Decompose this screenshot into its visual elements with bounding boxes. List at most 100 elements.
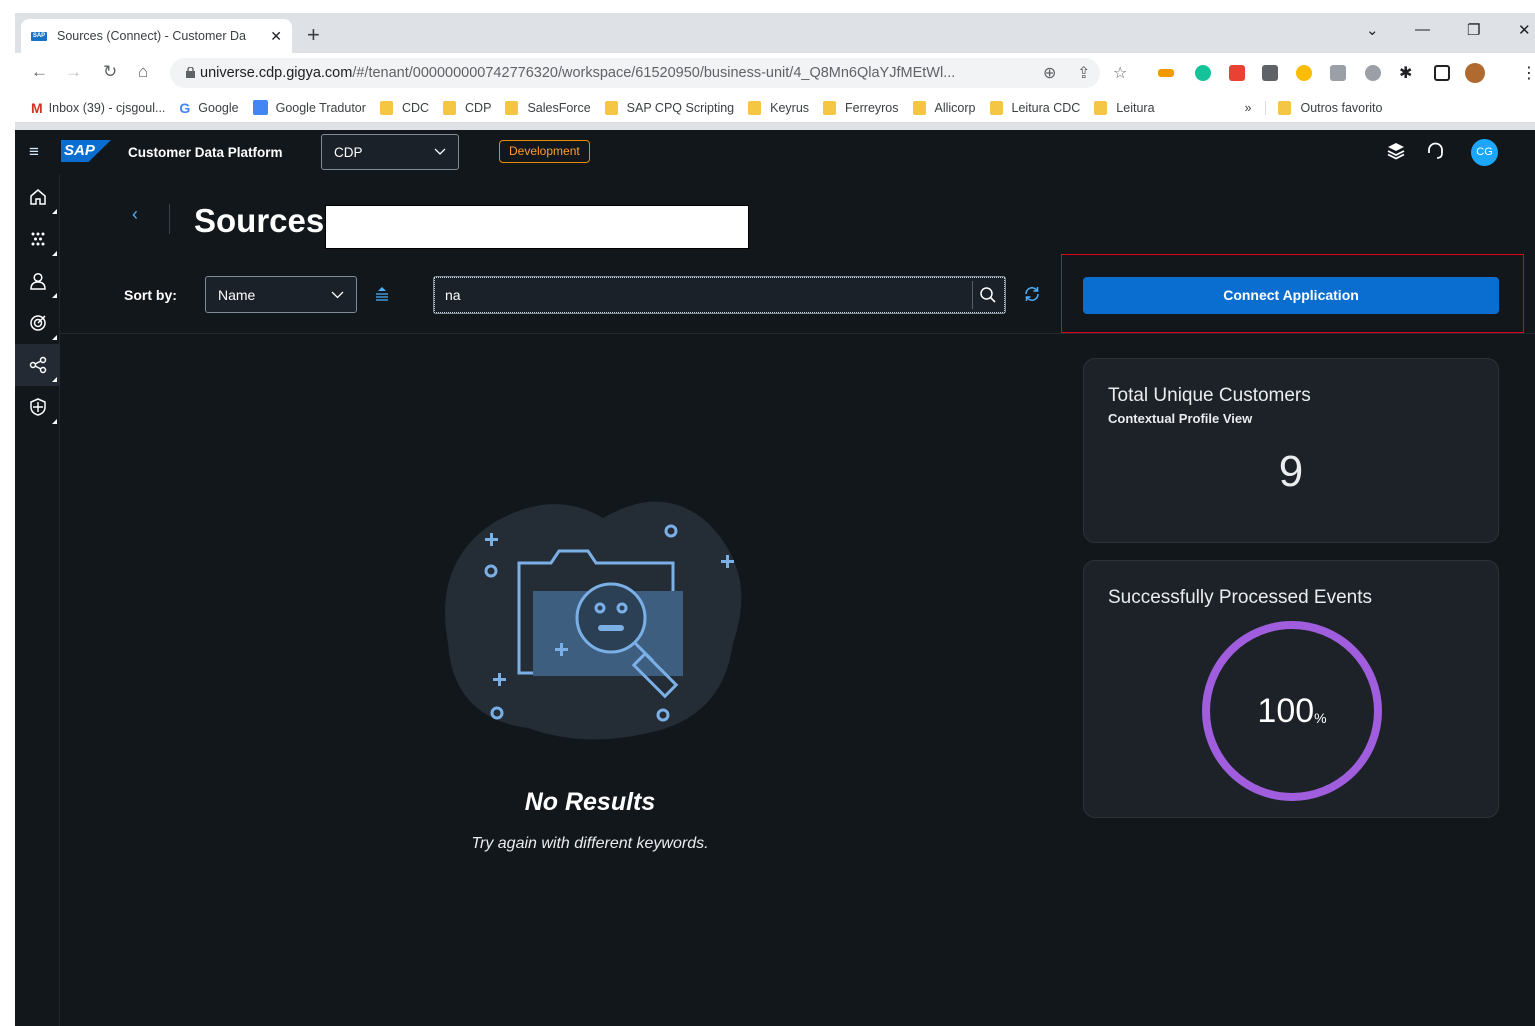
bookmark-folder[interactable]: SAP CPQ Scripting	[604, 100, 735, 115]
layers-icon[interactable]	[1387, 142, 1405, 160]
back-nav-icon[interactable]: ‹	[132, 204, 138, 225]
folder-icon	[912, 100, 926, 115]
sort-label: Sort by:	[124, 287, 177, 303]
refresh-icon[interactable]	[1022, 284, 1042, 304]
folder-icon	[748, 100, 762, 115]
close-tab-icon[interactable]: ✕	[270, 28, 282, 45]
restore-icon[interactable]: ❐	[1467, 21, 1480, 39]
nav-home[interactable]	[15, 176, 60, 218]
card-title: Successfully Processed Events	[1108, 587, 1373, 608]
page-header: ‹ Sources Sort by: Name Connect Applicat…	[60, 174, 1535, 334]
page-title: Sources	[194, 202, 325, 239]
chevron-down-icon	[434, 148, 446, 155]
bookmark-label: Allicorp	[934, 100, 976, 115]
lock-icon	[186, 67, 195, 78]
tab-strip: SAP Sources (Connect) - Customer Da ✕ + …	[15, 13, 1535, 53]
bookmark-label: Google	[198, 100, 239, 115]
bookmark-label: Leitura CDC	[1011, 100, 1081, 115]
folder-icon	[604, 100, 618, 115]
share-icon[interactable]: ⇪	[1077, 63, 1090, 83]
shell-bar: ≡ SAP Customer Data Platform CDP Develop…	[15, 130, 1535, 174]
bookmark-folder[interactable]: Leitura CDC	[989, 100, 1081, 115]
back-icon[interactable]: ←	[31, 62, 48, 82]
nav-network[interactable]	[15, 218, 60, 260]
home-icon[interactable]: ⌂	[138, 62, 148, 82]
bookmark-label: Keyrus	[770, 100, 810, 115]
bookmark-folder[interactable]: Ferreyros	[823, 100, 899, 115]
bookmark-label: SAP CPQ Scripting	[626, 100, 735, 115]
menu-hamburger-icon[interactable]: ≡	[29, 142, 39, 162]
bookmark-folder[interactable]: CDC	[379, 100, 429, 115]
bookmark-label: Inbox (39) - cjsgoul...	[48, 100, 166, 115]
card-subtitle: Contextual Profile View	[1108, 411, 1253, 426]
bookmarks-overflow-icon[interactable]: »	[1245, 101, 1252, 115]
search-icon[interactable]	[979, 286, 997, 304]
bookmark-gmail[interactable]: M Inbox (39) - cjsgoul...	[31, 100, 165, 116]
progress-value: 100 %	[1199, 618, 1385, 804]
close-window-icon[interactable]: ✕	[1518, 21, 1531, 39]
empty-state-title: No Results	[524, 788, 656, 816]
bookmark-folder[interactable]: SalesForce	[505, 100, 591, 115]
extension-window-icon[interactable]	[1330, 65, 1346, 81]
search-input[interactable]	[434, 277, 1005, 313]
processed-events-card: Successfully Processed Events 100 %	[1083, 560, 1499, 818]
bookmark-translate[interactable]: Google Tradutor	[252, 100, 366, 115]
bookmark-folder[interactable]: CDP	[443, 100, 491, 115]
minimize-icon[interactable]: —	[1415, 21, 1430, 38]
sort-select-value: Name	[218, 286, 256, 303]
nav-customers[interactable]	[15, 260, 60, 302]
sort-ascending-icon[interactable]	[373, 284, 391, 302]
no-results-illustration	[445, 501, 742, 740]
folder-icon	[989, 100, 1003, 115]
sort-select[interactable]: Name	[205, 276, 357, 313]
divider	[169, 204, 170, 234]
nav-targets[interactable]	[15, 302, 60, 344]
extensions-puzzle-icon[interactable]: ✱	[1399, 63, 1412, 83]
extension-circle-icon[interactable]	[1365, 65, 1381, 81]
extension-gray-icon[interactable]	[1262, 65, 1278, 81]
extension-xml-icon[interactable]	[1158, 69, 1174, 77]
folder-icon	[443, 100, 457, 115]
share-connections-icon	[29, 356, 46, 374]
customer-count: 9	[1278, 447, 1304, 496]
bookmark-folder[interactable]: Allicorp	[912, 100, 976, 115]
nav-privacy[interactable]	[15, 386, 60, 428]
tenant-select[interactable]: CDP	[321, 134, 459, 170]
search-field[interactable]	[433, 276, 1006, 314]
sap-logo: SAP	[61, 140, 111, 162]
connect-application-button[interactable]: Connect Application	[1083, 277, 1499, 314]
toolbar: ← → ↻ ⌂ universe.cdp.gigya.com/#/tenant/…	[15, 53, 1535, 93]
new-tab-icon[interactable]: +	[307, 22, 320, 48]
menu-kebab-icon[interactable]: ⋮	[1521, 63, 1535, 83]
support-headset-icon[interactable]	[1426, 142, 1445, 161]
forward-icon[interactable]: →	[65, 62, 82, 82]
bookmark-folder[interactable]: Leitura	[1094, 100, 1155, 115]
shield-icon	[29, 398, 46, 416]
tab-search-icon[interactable]: ⌄	[1366, 21, 1379, 39]
folder-icon	[379, 100, 393, 115]
bookmark-google[interactable]: G Google	[179, 100, 238, 116]
extension-color-icon[interactable]	[1296, 65, 1312, 81]
profile-avatar-icon[interactable]	[1465, 63, 1485, 83]
url-host: universe.cdp.gigya.com	[200, 65, 353, 81]
browser-tab[interactable]: SAP Sources (Connect) - Customer Da ✕	[21, 19, 292, 53]
nav-sources[interactable]	[15, 344, 60, 386]
user-avatar[interactable]: CG	[1471, 139, 1498, 166]
translate-icon	[252, 100, 268, 115]
empty-state-subtitle: Try again with different keywords.	[471, 835, 709, 852]
other-bookmarks[interactable]: Outros favorito	[1265, 100, 1382, 115]
address-bar[interactable]: universe.cdp.gigya.com/#/tenant/00000000…	[170, 58, 1100, 88]
unique-customers-card: Total Unique Customers Contextual Profil…	[1083, 358, 1499, 543]
reload-icon[interactable]: ↻	[103, 62, 117, 82]
bookmark-folder[interactable]: Keyrus	[748, 100, 810, 115]
side-panel-icon[interactable]	[1434, 65, 1450, 81]
bookmark-label: Google Tradutor	[275, 100, 366, 115]
bookmark-star-icon[interactable]: ☆	[1113, 63, 1127, 83]
folder-icon	[823, 100, 837, 115]
bookmark-label: SalesForce	[527, 100, 591, 115]
folder-icon	[505, 100, 519, 115]
extension-red-icon[interactable]	[1229, 65, 1245, 81]
chevron-down-icon	[331, 291, 344, 298]
zoom-icon[interactable]: ⊕	[1043, 63, 1056, 83]
grammarly-icon[interactable]	[1195, 65, 1211, 81]
